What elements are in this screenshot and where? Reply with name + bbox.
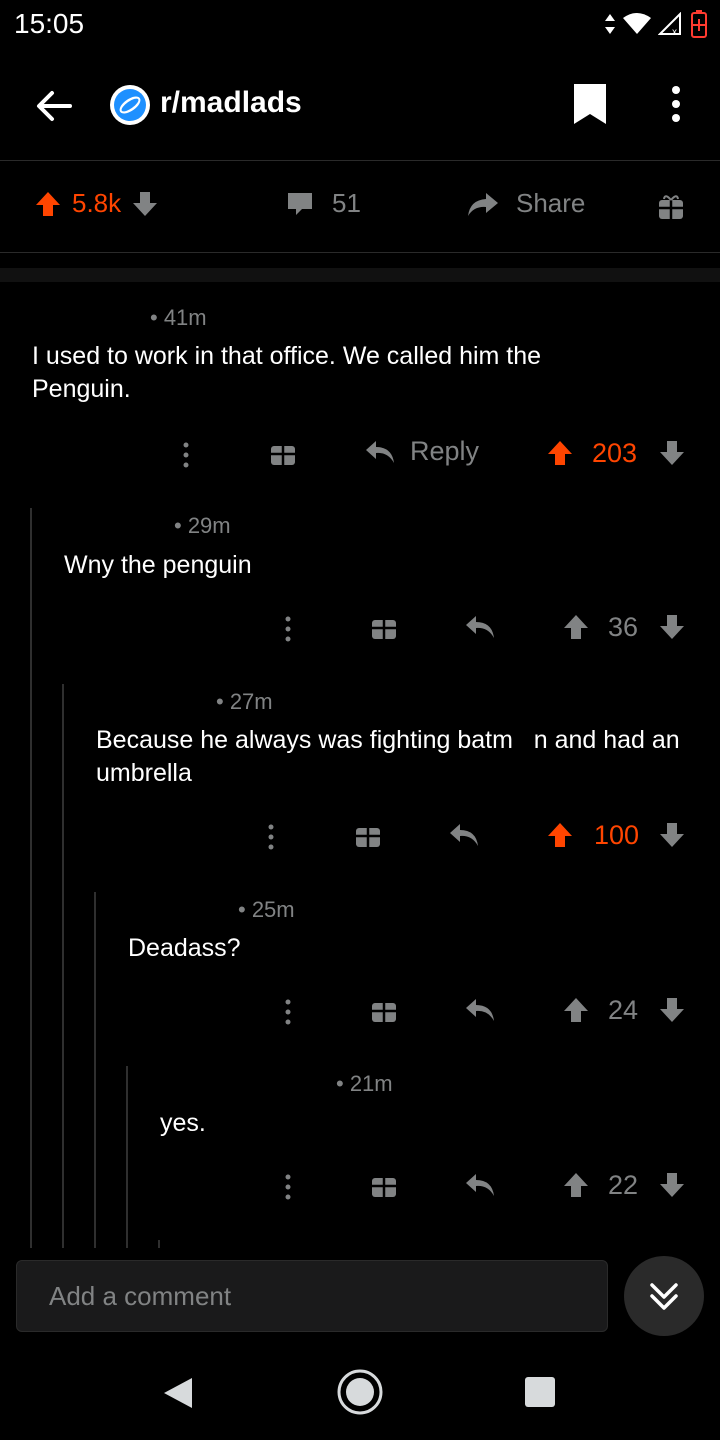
nav-recents-icon[interactable] (524, 1376, 556, 1408)
double-chevron-down-icon (650, 1283, 678, 1310)
post-vote-group: 5.8k (34, 188, 159, 219)
share-arrow-icon (468, 192, 498, 216)
thread-line[interactable] (62, 684, 64, 1248)
comment-actions: 100 (0, 816, 720, 856)
comment-score: 22 (608, 1170, 639, 1200)
back-arrow-icon[interactable] (34, 86, 74, 126)
share-label: Share (516, 188, 586, 218)
downvote-arrow-icon[interactable] (658, 613, 686, 641)
comment-timestamp: • 41m (150, 305, 207, 330)
award-gift-icon[interactable] (658, 194, 684, 220)
status-bar: 15:05 x (0, 0, 720, 50)
award-gift-icon[interactable] (371, 1172, 397, 1198)
reply-arrow-icon[interactable] (448, 822, 480, 848)
subreddit-icon (114, 89, 146, 121)
comment-actions: 22 (0, 1166, 720, 1206)
nav-back-icon[interactable] (162, 1376, 194, 1410)
signal-icon: x (658, 12, 681, 36)
comment-actions: 36 (0, 608, 720, 648)
comment-input[interactable]: Add a comment (16, 1260, 608, 1332)
comment-more-icon[interactable] (182, 442, 190, 468)
post-comment-count: 51 (332, 188, 361, 218)
downvote-arrow-icon[interactable] (658, 996, 686, 1024)
comment-score: 100 (594, 820, 640, 850)
upvote-arrow-icon[interactable] (562, 1171, 590, 1199)
comment-body: Wny the penguin (64, 551, 252, 579)
comment-actions: 24 (0, 991, 720, 1031)
comment-bubble-icon (288, 192, 312, 215)
data-arrows-icon (605, 14, 615, 34)
system-navigation-bar (0, 1350, 720, 1440)
upvote-arrow-icon[interactable] (562, 996, 590, 1024)
thread-line[interactable] (126, 1066, 128, 1248)
status-time: 15:05 (14, 8, 85, 39)
more-options-icon[interactable] (668, 84, 684, 124)
comment-timestamp: • 25m (238, 897, 295, 922)
reply-arrow-icon[interactable] (464, 614, 496, 640)
comment-score: 36 (608, 612, 639, 642)
comment-body: Deadass? (128, 934, 241, 962)
upvote-arrow-icon[interactable] (34, 190, 62, 218)
comment-timestamp: • 29m (174, 513, 231, 538)
battery-icon (691, 10, 707, 38)
post-comments-button[interactable]: 51 (286, 188, 361, 219)
comment-more-icon[interactable] (284, 999, 292, 1025)
nav-home-icon[interactable] (336, 1368, 384, 1416)
wifi-icon (623, 13, 651, 34)
award-gift-icon[interactable] (371, 997, 397, 1023)
downvote-arrow-icon[interactable] (658, 439, 686, 467)
section-divider (0, 268, 720, 282)
share-button[interactable]: Share (466, 188, 585, 219)
comment-timestamp: • 21m (336, 1071, 393, 1096)
post-action-bar: 5.8k 51 Share (0, 160, 720, 253)
upvote-arrow-icon[interactable] (546, 821, 574, 849)
upvote-arrow-icon[interactable] (546, 439, 574, 467)
reply-button[interactable]: Reply (364, 436, 479, 467)
status-icons: x (604, 8, 708, 40)
downvote-arrow-icon[interactable] (131, 190, 159, 218)
post-score: 5.8k (72, 188, 122, 218)
award-gift-icon[interactable] (270, 440, 296, 466)
upvote-arrow-icon[interactable] (562, 613, 590, 641)
svg-text:x: x (672, 27, 677, 36)
downvote-arrow-icon[interactable] (658, 821, 686, 849)
bookmark-icon[interactable] (572, 82, 608, 126)
comment-body: Because he always was fighting batm n an… (96, 726, 680, 787)
award-gift-icon[interactable] (371, 614, 397, 640)
downvote-arrow-icon[interactable] (658, 1171, 686, 1199)
comment-timestamp: • 27m (216, 689, 273, 714)
reply-arrow-icon (366, 440, 394, 463)
subreddit-avatar[interactable] (110, 85, 150, 125)
comment-body: yes. (160, 1109, 206, 1137)
comment-more-icon[interactable] (267, 824, 275, 850)
comment-more-icon[interactable] (284, 616, 292, 642)
comment-input-placeholder: Add a comment (49, 1281, 232, 1311)
comment-score: 24 (608, 995, 639, 1025)
reply-arrow-icon[interactable] (464, 1172, 496, 1198)
comment-score: 203 (592, 438, 638, 468)
next-comment-button[interactable] (624, 1256, 704, 1336)
reply-label: Reply (410, 436, 480, 466)
comment-body: I used to work in that office. We called… (32, 342, 542, 403)
thread-line[interactable] (158, 1240, 160, 1248)
top-app-bar: r/madlads (0, 60, 720, 161)
subreddit-name[interactable]: r/madlads (160, 86, 302, 120)
award-gift-icon[interactable] (355, 822, 381, 848)
comment-more-icon[interactable] (284, 1174, 292, 1200)
reply-arrow-icon[interactable] (464, 997, 496, 1023)
comment-actions: Reply 203 (0, 434, 720, 474)
